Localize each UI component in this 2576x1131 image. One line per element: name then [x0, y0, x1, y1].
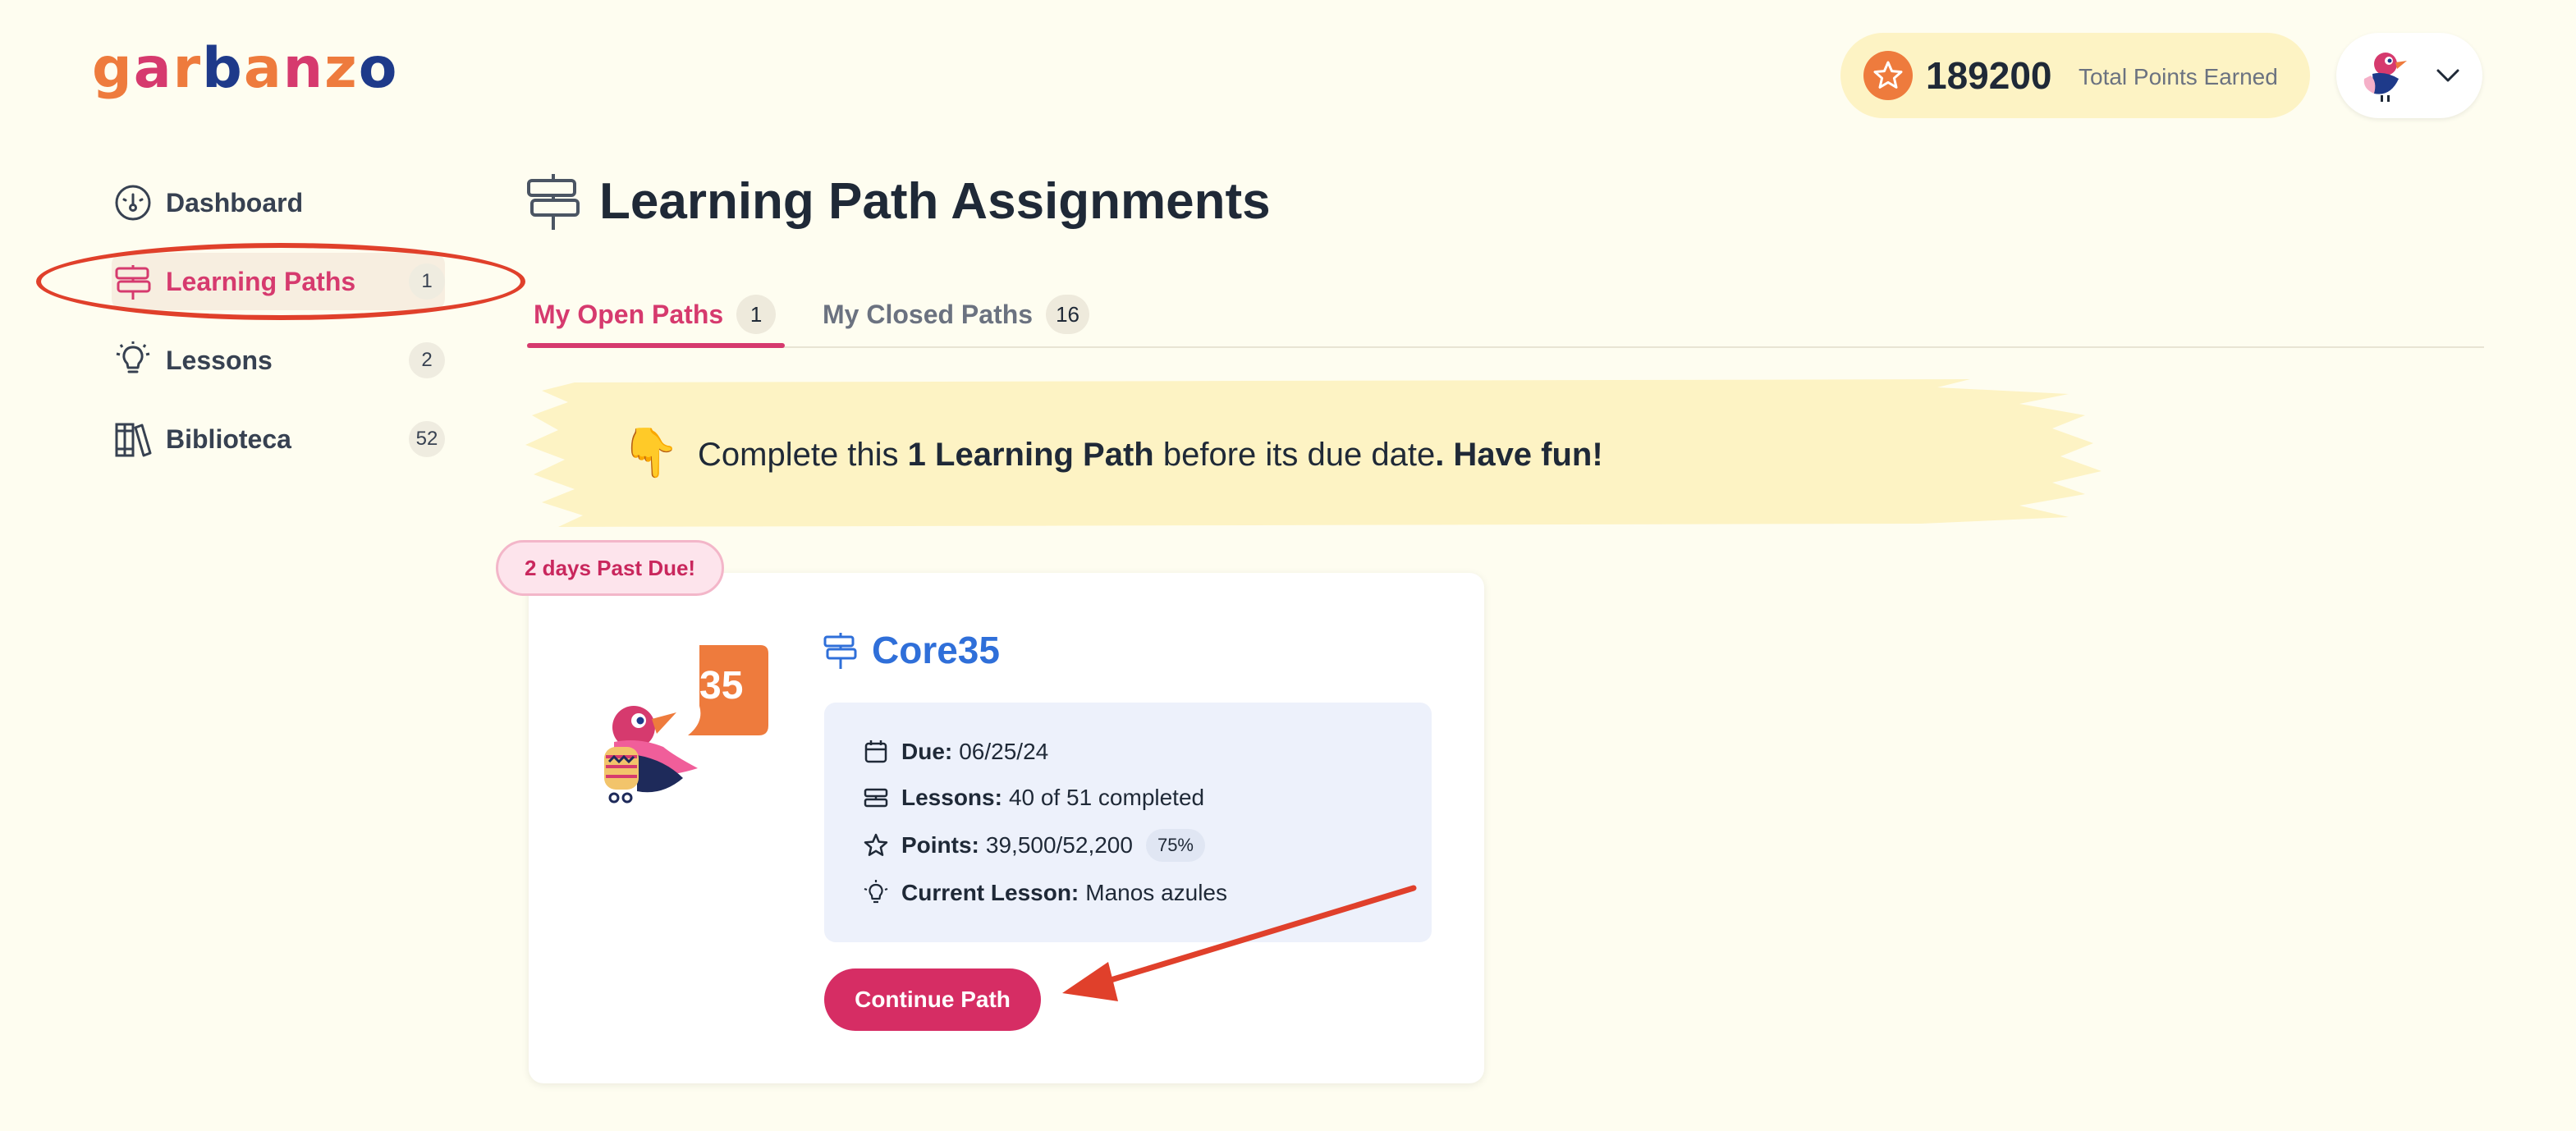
banner-text-part: Complete this	[698, 437, 908, 473]
banner-text-part: before its due date	[1153, 437, 1436, 473]
points-label: Total Points Earned	[2079, 64, 2278, 89]
logo-letter: a	[243, 36, 283, 101]
past-due-badge: 2 days Past Due!	[496, 540, 725, 596]
banner-bold-count: 1 Learning Path	[907, 437, 1154, 473]
pointing-hand-emoji: 👇	[621, 426, 681, 479]
tab-count-badge: 16	[1046, 295, 1089, 334]
logo-letter: r	[172, 36, 203, 101]
logo-letter: b	[202, 36, 244, 101]
points-row: Points: 39,500/52,200 75%	[862, 829, 1205, 862]
points-value: 39,500/52,200	[985, 832, 1133, 858]
tab-label: My Open Paths	[534, 299, 724, 329]
library-books-icon	[112, 418, 154, 460]
lessons-value: 40 of 51 completed	[1008, 785, 1205, 810]
tabs-divider	[527, 346, 2484, 348]
sidebar-item-biblioteca[interactable]: Biblioteca 52	[112, 410, 445, 468]
signpost-icon	[823, 633, 857, 669]
banner-message: Complete this 1 Learning Path before its…	[698, 432, 1603, 478]
sidebar-item-label: Dashboard	[166, 187, 304, 218]
sidebar-item-label: Lessons	[166, 345, 273, 375]
logo-letter: z	[324, 36, 359, 101]
tab-my-closed-paths[interactable]: My Closed Paths 16	[823, 281, 1089, 348]
banner-bold-fun: . Have fun!	[1435, 437, 1603, 473]
continue-path-button[interactable]: Continue Path	[824, 968, 1041, 1031]
path-title-link[interactable]: Core35	[872, 624, 1000, 676]
active-tab-indicator	[527, 343, 785, 348]
arrow-annotation	[1062, 885, 1417, 1001]
points-value: 189200	[1926, 54, 2052, 97]
points-percent-badge: 75%	[1145, 829, 1205, 862]
logo-letter: o	[358, 36, 399, 101]
page-title: Learning Path Assignments	[599, 173, 1271, 230]
illustration-number: 35	[699, 664, 744, 707]
due-date-row: Due: 06/25/24	[862, 735, 1048, 768]
highlight-circle-annotation	[36, 243, 525, 320]
signpost-icon	[862, 784, 890, 812]
sidebar-item-dashboard[interactable]: Dashboard	[112, 174, 445, 231]
count-badge: 2	[409, 342, 445, 378]
sidebar-item-lessons[interactable]: Lessons 2	[112, 332, 445, 389]
logo-letter: a	[133, 36, 173, 101]
lessons-label: Lessons:	[901, 785, 1002, 810]
lightbulb-icon	[112, 339, 154, 382]
signpost-icon	[527, 174, 580, 230]
toucan-illustration	[604, 645, 768, 804]
due-value: 06/25/24	[959, 739, 1049, 764]
dashboard-gauge-icon	[112, 181, 154, 224]
star-icon	[1863, 51, 1913, 100]
user-menu-button[interactable]	[2336, 33, 2482, 118]
avatar	[2363, 53, 2407, 102]
lightbulb-icon	[862, 879, 890, 907]
tab-count-badge: 1	[736, 295, 777, 334]
sidebar-item-label: Biblioteca	[166, 424, 291, 454]
lessons-row: Lessons: 40 of 51 completed	[862, 781, 1204, 814]
chevron-down-icon	[2436, 69, 2459, 82]
points-label: Points:	[901, 832, 979, 858]
due-label: Due:	[901, 739, 953, 764]
calendar-icon	[862, 738, 890, 766]
garbanzo-logo[interactable]: garbanzo	[92, 36, 398, 102]
tab-label: My Closed Paths	[823, 299, 1034, 329]
logo-letter: g	[92, 36, 134, 101]
count-badge: 52	[409, 421, 445, 457]
tab-my-open-paths[interactable]: My Open Paths 1	[534, 281, 777, 348]
logo-letter: n	[282, 36, 325, 101]
star-icon	[862, 831, 890, 859]
total-points-pill: 189200 Total Points Earned	[1840, 33, 2310, 118]
